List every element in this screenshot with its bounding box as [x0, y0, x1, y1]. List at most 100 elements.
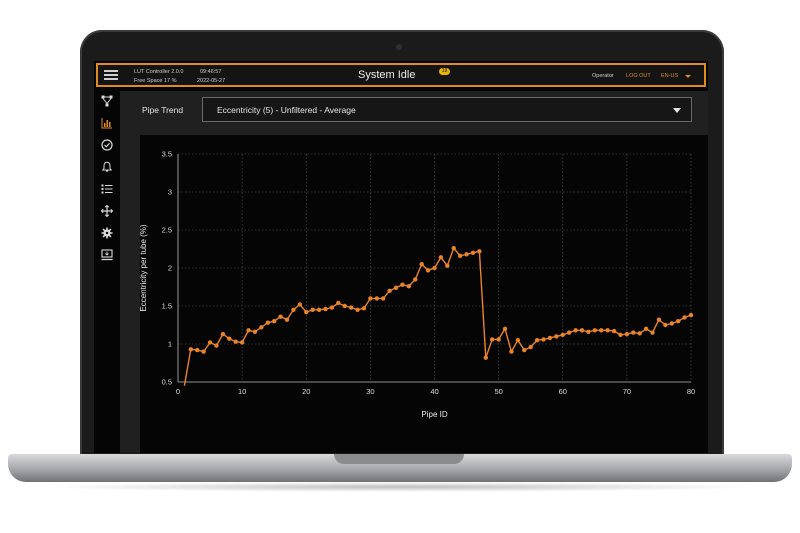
y-tick-label: 1.5 — [162, 302, 172, 311]
camera-icon — [396, 44, 402, 50]
data-point — [310, 307, 315, 312]
y-axis-label: Eccentricity per tube (%) — [139, 224, 148, 311]
data-point — [464, 252, 469, 257]
x-tick-label: 50 — [494, 387, 502, 396]
data-point — [393, 285, 399, 290]
data-point — [265, 320, 270, 325]
app-version: LUT Controller 2.0.0 — [134, 69, 184, 75]
data-point — [599, 328, 604, 333]
data-point — [483, 355, 488, 360]
data-point — [547, 335, 553, 341]
clock-date: 2022-05-27 — [197, 78, 226, 84]
data-point — [611, 328, 617, 334]
data-point — [291, 307, 296, 312]
pipe-trend-label: Pipe Trend — [142, 105, 184, 115]
data-point — [214, 343, 219, 348]
data-point — [368, 296, 373, 301]
data-point — [425, 268, 431, 273]
hamburger-menu-icon[interactable] — [104, 70, 118, 80]
bell-icon — [101, 161, 113, 172]
data-point — [316, 307, 322, 312]
data-point — [201, 349, 206, 354]
x-tick-label: 60 — [559, 387, 567, 396]
data-point — [490, 337, 495, 342]
data-point — [528, 344, 533, 350]
data-point — [573, 328, 578, 333]
data-point — [682, 315, 687, 320]
sidebar-item-monitor[interactable] — [99, 247, 115, 263]
x-tick-label: 30 — [366, 387, 374, 396]
data-point — [522, 347, 527, 353]
language-caret-icon[interactable] — [685, 75, 691, 78]
data-point — [554, 334, 559, 339]
data-point — [374, 296, 379, 301]
check-circle-icon — [101, 139, 113, 151]
x-tick-label: 40 — [430, 387, 438, 396]
data-point — [195, 347, 200, 353]
panel-left-strip — [120, 135, 140, 453]
data-point — [631, 330, 636, 335]
data-point — [259, 325, 264, 330]
data-point — [592, 328, 598, 333]
laptop-shadow — [40, 482, 760, 492]
data-point — [381, 296, 386, 301]
top-bar: LUT Controller 2.0.0 Free Space 17 % 09:… — [96, 63, 706, 87]
bar-chart-icon — [101, 118, 112, 129]
y-tick-label: 0.5 — [162, 378, 172, 387]
data-point — [586, 329, 591, 335]
sidebar-item-status[interactable] — [99, 137, 115, 153]
y-tick-label: 3 — [168, 188, 172, 197]
sidebar-item-settings[interactable] — [99, 225, 115, 241]
x-tick-label: 70 — [623, 387, 631, 396]
data-point — [643, 326, 649, 331]
y-tick-labels: 0.5 1 1.5 2 2.5 3 3.5 — [162, 150, 172, 387]
x-axis-label: Pipe ID — [421, 410, 447, 419]
data-point — [239, 340, 245, 345]
move-icon — [101, 205, 113, 217]
data-point — [304, 309, 309, 315]
data-point — [252, 329, 258, 335]
notification-badge[interactable]: 19 — [439, 68, 450, 75]
data-point — [560, 332, 565, 338]
series-points — [188, 246, 694, 360]
sidebar-item-network[interactable] — [99, 93, 115, 109]
data-point — [451, 246, 456, 251]
data-point — [445, 263, 450, 268]
trend-select-dropdown[interactable]: Eccentricity (5) - Unfiltered - Average — [202, 97, 692, 122]
data-point — [650, 330, 655, 335]
sidebar-item-list[interactable] — [99, 181, 115, 197]
gear-icon — [101, 227, 113, 239]
data-point — [419, 262, 424, 267]
data-point — [432, 265, 437, 271]
logout-link[interactable]: LOG OUT — [626, 73, 651, 79]
chart-area: 0 10 20 30 40 50 60 70 80 0.5 1 1.5 2 2.5 3 3.5 Pipe I… — [120, 135, 708, 453]
data-point — [637, 331, 642, 336]
language-selector[interactable]: EN-US — [661, 73, 678, 79]
network-icon — [101, 95, 113, 107]
data-point — [675, 319, 681, 324]
list-icon — [101, 184, 113, 194]
data-point — [470, 250, 476, 255]
data-point — [413, 277, 418, 282]
sidebar-item-trend[interactable] — [99, 115, 115, 131]
free-space: Free Space 17 % — [134, 78, 177, 84]
data-point — [457, 253, 463, 259]
data-point — [688, 312, 694, 318]
data-point — [297, 302, 303, 307]
data-point — [355, 307, 360, 312]
y-tick-label: 2 — [168, 264, 172, 273]
trend-selected-value: Eccentricity (5) - Unfiltered - Average — [217, 105, 356, 115]
laptop-base-notch — [334, 454, 464, 464]
data-point — [656, 317, 662, 322]
sidebar-item-alarms[interactable] — [99, 159, 115, 175]
data-point — [246, 328, 251, 333]
data-point — [541, 337, 546, 342]
data-point — [496, 337, 501, 342]
data-point — [624, 331, 630, 337]
data-point — [227, 336, 232, 341]
data-point — [502, 326, 508, 331]
sidebar-item-move[interactable] — [99, 203, 115, 219]
data-point — [329, 305, 335, 310]
data-point — [284, 317, 290, 322]
x-tick-label: 0 — [176, 387, 180, 396]
